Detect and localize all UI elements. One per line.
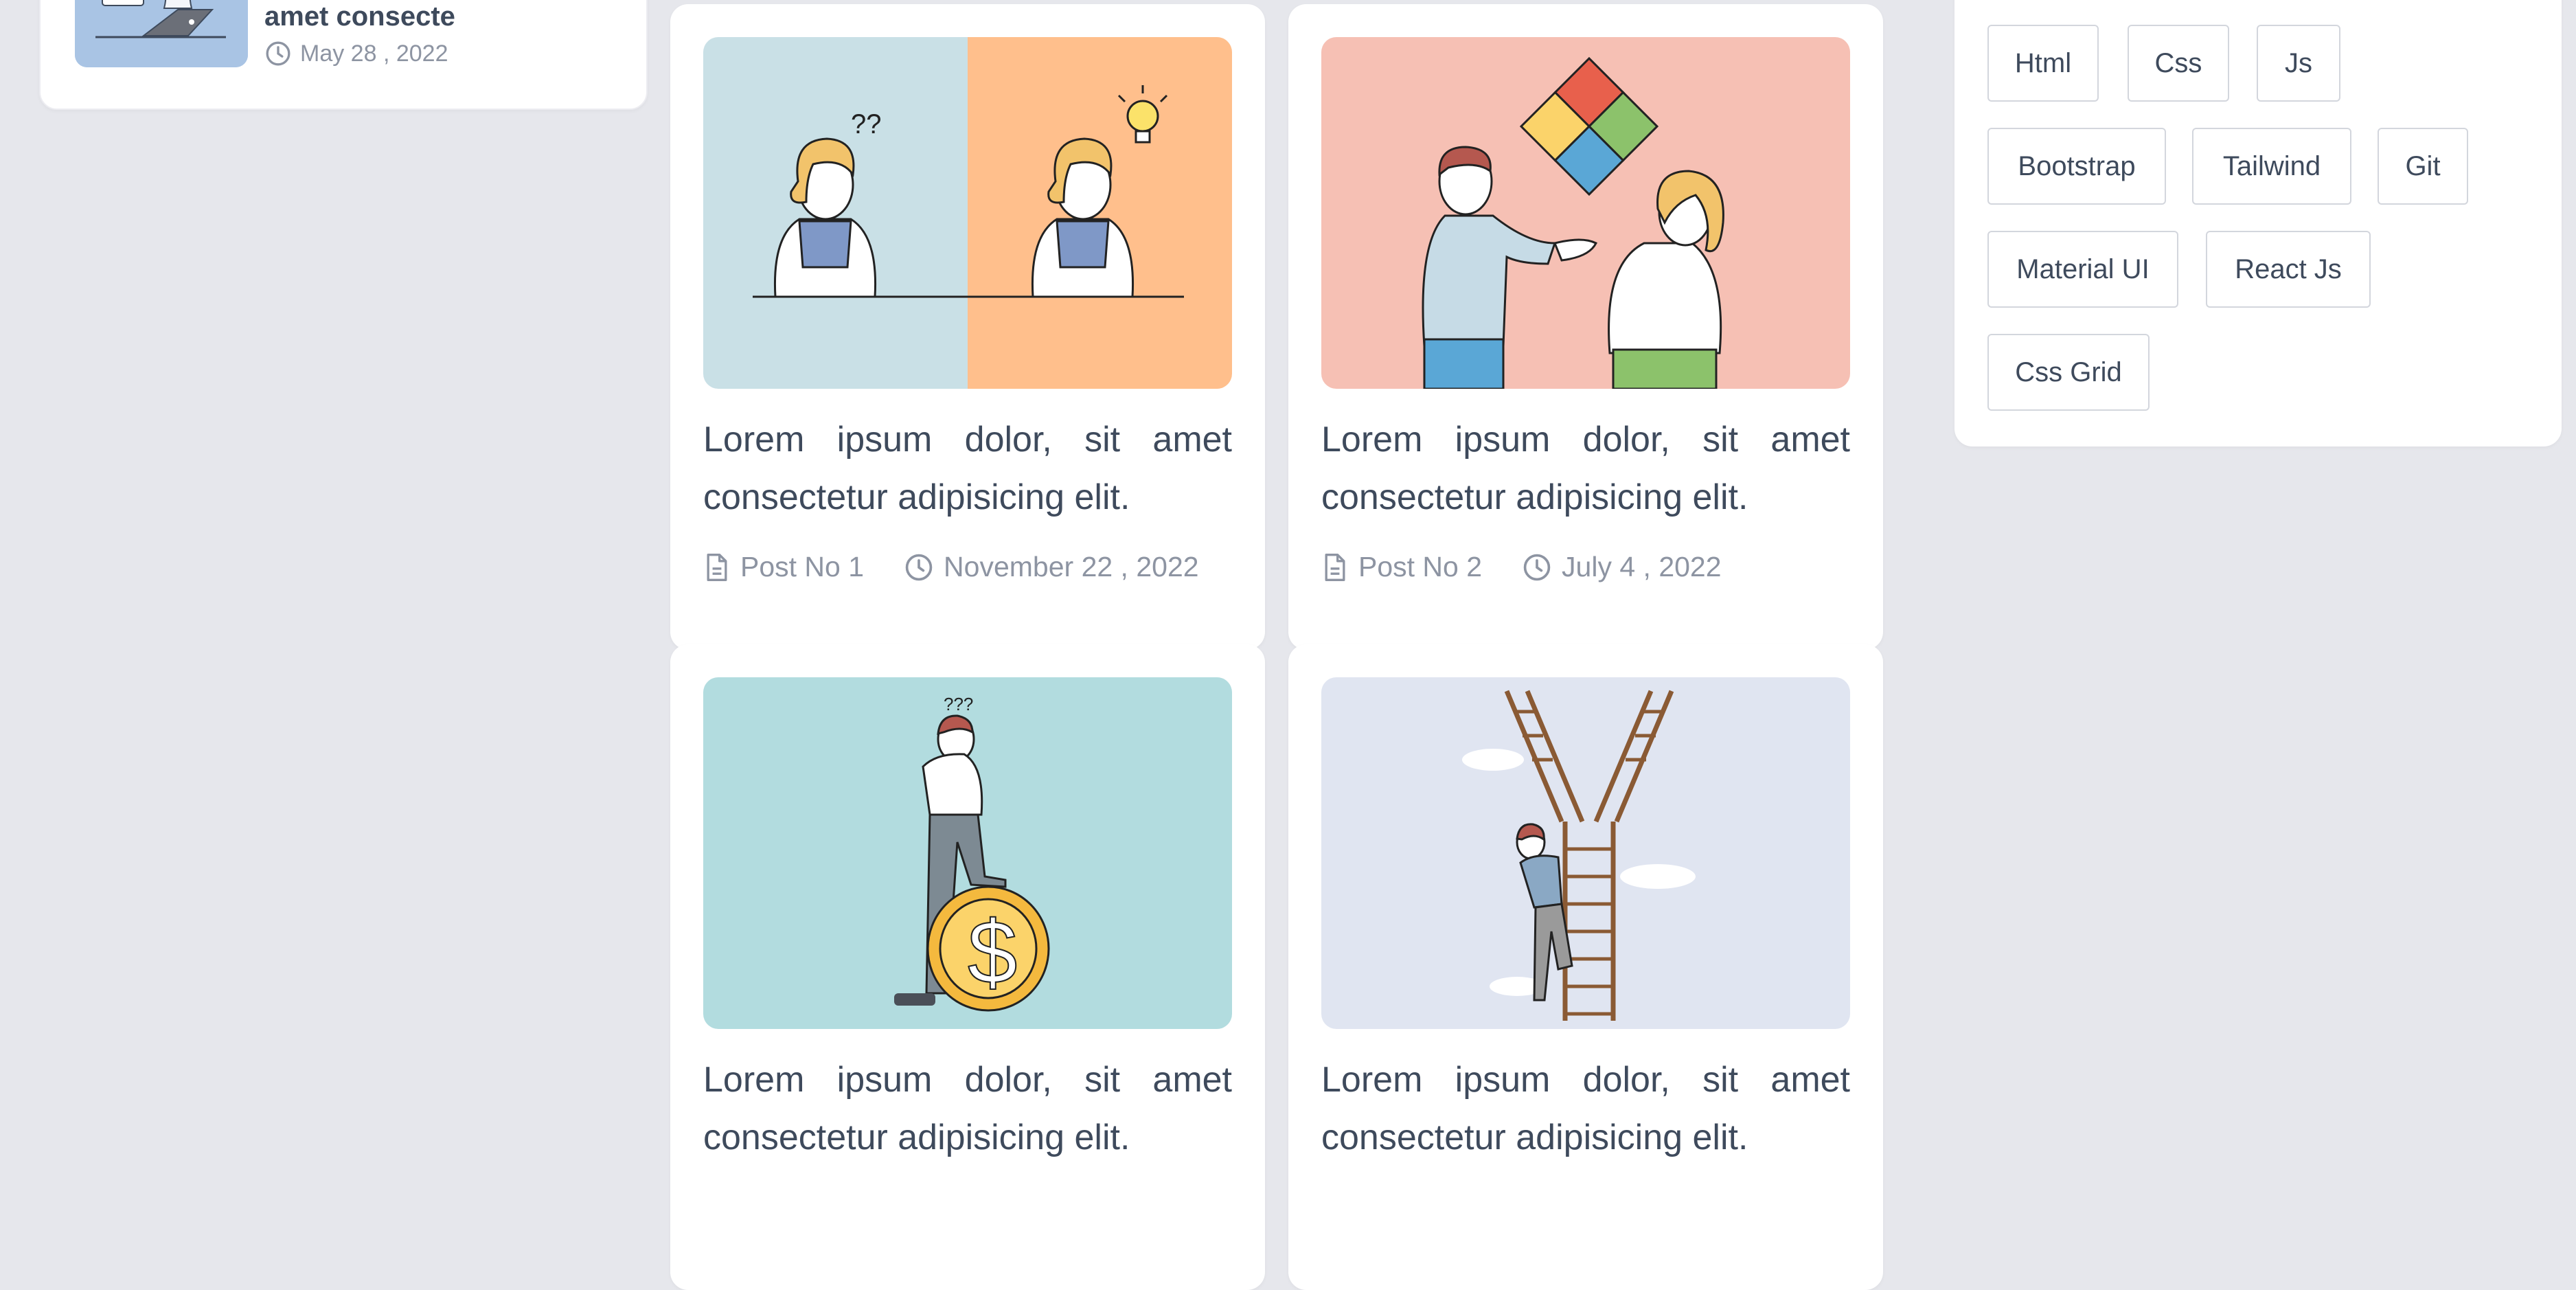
tag-tailwind[interactable]: Tailwind <box>2192 128 2351 205</box>
post-thumbnail[interactable] <box>1321 677 1850 1029</box>
tag-js[interactable]: Js <box>2257 25 2340 102</box>
svg-text:$: $ <box>968 902 1017 1002</box>
tag-material-ui[interactable]: Material UI <box>1987 231 2178 308</box>
post-date: July 4 , 2022 <box>1562 551 1722 582</box>
recent-post-title[interactable]: amet consecte <box>264 1 455 32</box>
document-icon <box>1321 552 1349 582</box>
post-date: November 22 , 2022 <box>944 551 1199 582</box>
tag-react-js[interactable]: React Js <box>2206 231 2371 308</box>
post-card[interactable]: ??? $ Lorem ipsum dolor, sit amet consec… <box>670 644 1265 1290</box>
tag-bootstrap[interactable]: Bootstrap <box>1987 128 2166 205</box>
post-title[interactable]: Lorem ipsum dolor, sit amet consectetur … <box>703 1051 1232 1166</box>
svg-text:???: ??? <box>944 694 973 714</box>
post-title[interactable]: Lorem ipsum dolor, sit amet consectetur … <box>703 411 1232 526</box>
post-title[interactable]: Lorem ipsum dolor, sit amet consectetur … <box>1321 1051 1850 1166</box>
post-meta: Post No 1 November 22 , 2022 <box>703 551 1199 583</box>
post-number: Post No 2 <box>1358 551 1483 582</box>
post-card[interactable]: ?? Lorem ipsum dolor, sit amet consectet… <box>670 4 1265 650</box>
tag-css[interactable]: Css <box>2128 25 2229 102</box>
recent-post-thumbnail[interactable] <box>75 0 248 67</box>
post-card[interactable]: Lorem ipsum dolor, sit amet consectetur … <box>1288 644 1883 1290</box>
svg-text:??: ?? <box>851 109 882 139</box>
post-title[interactable]: Lorem ipsum dolor, sit amet consectetur … <box>1321 411 1850 526</box>
tag-html[interactable]: Html <box>1987 25 2099 102</box>
tag-git[interactable]: Git <box>2378 128 2468 205</box>
post-number: Post No 1 <box>740 551 865 582</box>
tags-card: Html Css Js Bootstrap Tailwind Git Mater… <box>1954 0 2562 446</box>
document-icon <box>703 552 731 582</box>
post-meta: Post No 2 July 4 , 2022 <box>1321 551 1722 583</box>
post-thumbnail[interactable]: ?? <box>703 37 1232 389</box>
recent-post-card[interactable]: amet consecte May 28 , 2022 <box>39 0 648 110</box>
clock-icon <box>1522 552 1552 582</box>
post-thumbnail[interactable] <box>1321 37 1850 389</box>
clock-icon <box>904 552 934 582</box>
post-thumbnail[interactable]: ??? $ <box>703 677 1232 1029</box>
recent-post-date: May 28 , 2022 <box>264 40 448 67</box>
recent-post-date-text: May 28 , 2022 <box>300 40 448 67</box>
tag-css-grid[interactable]: Css Grid <box>1987 334 2150 411</box>
clock-icon <box>264 40 292 67</box>
post-card[interactable]: Lorem ipsum dolor, sit amet consectetur … <box>1288 4 1883 650</box>
